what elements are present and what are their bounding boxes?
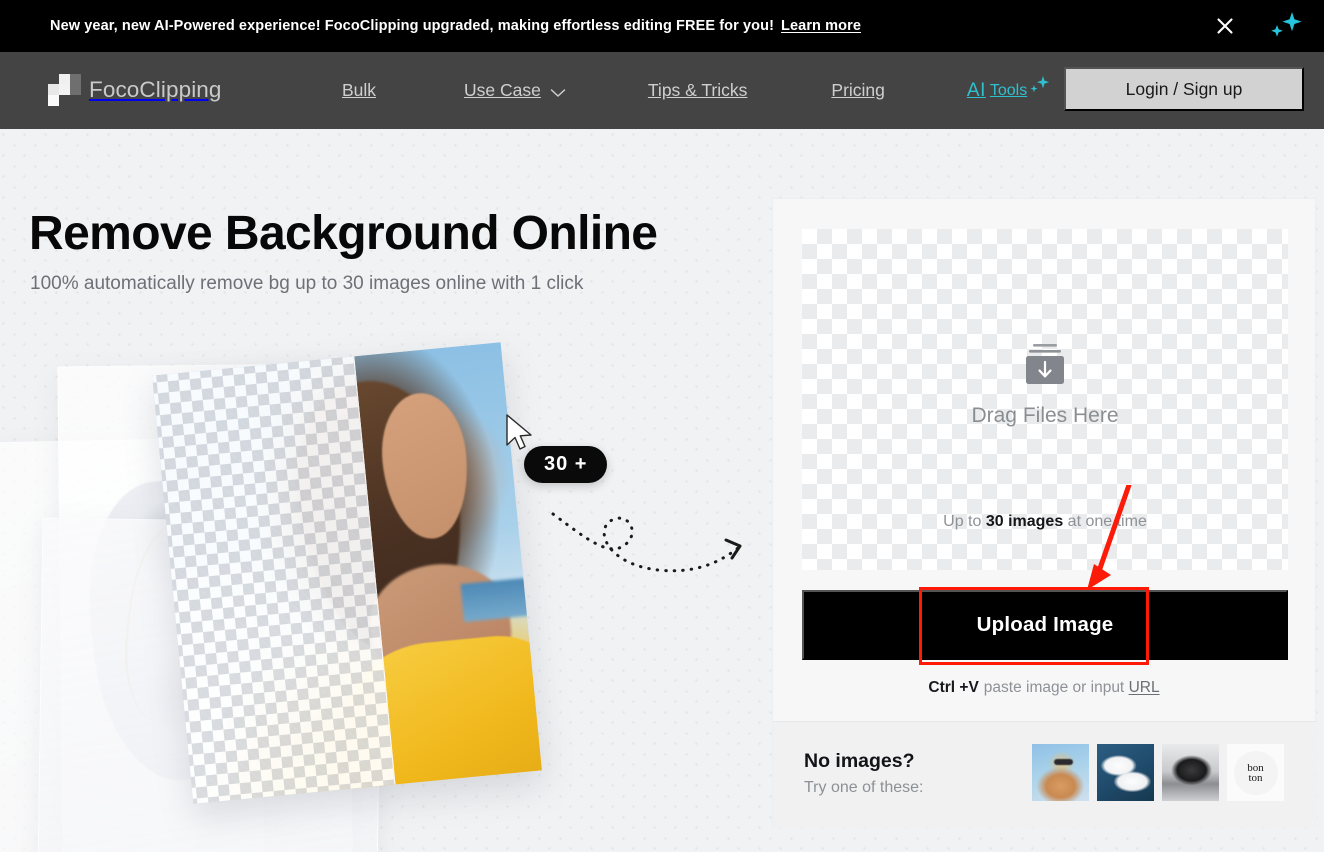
upload-panel: Drag Files Here Up to 30 images at one t… bbox=[772, 198, 1317, 828]
nav-item-label: Pricing bbox=[831, 80, 885, 100]
dropzone-note-suffix: at one time bbox=[1063, 513, 1147, 530]
login-signup-button[interactable]: Login / Sign up bbox=[1064, 67, 1304, 111]
nav-item-label: Use Case bbox=[464, 80, 541, 100]
nav-item-tips-and-tricks[interactable]: Tips & Tricks bbox=[648, 80, 748, 101]
nav-item-ai-tools[interactable]: AI Tools bbox=[966, 75, 1050, 102]
nav-item-pricing[interactable]: Pricing bbox=[831, 80, 885, 101]
nav-item-label: Tips & Tricks bbox=[647, 80, 748, 100]
chevron-down-icon bbox=[550, 82, 566, 103]
paste-shortcut: Ctrl +V bbox=[928, 679, 979, 696]
paste-url-link[interactable]: URL bbox=[1129, 679, 1160, 696]
nav-item-bulk[interactable]: Bulk bbox=[342, 80, 376, 101]
hero-photo bbox=[152, 342, 542, 804]
nav-item-label: Bulk bbox=[342, 80, 377, 100]
page-root: New year, new AI-Powered experience! Foc… bbox=[0, 0, 1324, 852]
white-sneakers-thumbnail[interactable] bbox=[1097, 744, 1154, 801]
announcement-banner: New year, new AI-Powered experience! Foc… bbox=[0, 0, 1324, 52]
thirty-plus-badge: 30 + bbox=[524, 446, 608, 483]
transparency-checker-overlay bbox=[152, 352, 396, 804]
ai-tools-suffix: Tools bbox=[989, 81, 1028, 99]
sample-images-section: No images? Try one of these: bon ton bbox=[773, 722, 1317, 828]
samples-title: No images? bbox=[804, 750, 915, 772]
dropzone-note: Up to 30 images at one time bbox=[802, 513, 1288, 531]
close-icon[interactable] bbox=[1212, 13, 1238, 39]
bon-ton-line-1: bon bbox=[1247, 761, 1264, 774]
announcement-learn-more-link[interactable]: Learn more bbox=[781, 18, 861, 34]
brand-name: FocoClipping bbox=[89, 77, 222, 102]
download-inbox-icon bbox=[1020, 342, 1070, 388]
sample-thumbnail-list: bon ton bbox=[1032, 744, 1284, 801]
sparkle-icon bbox=[1262, 8, 1306, 44]
black-camera-thumbnail[interactable] bbox=[1162, 744, 1219, 801]
announcement-message: New year, new AI-Powered experience! Foc… bbox=[50, 18, 775, 34]
bon-ton-logo-thumbnail[interactable]: bon ton bbox=[1227, 744, 1284, 801]
curved-dotted-arrow-icon bbox=[548, 500, 768, 580]
hero-artwork bbox=[0, 330, 780, 852]
dropzone-title: Drag Files Here bbox=[971, 404, 1119, 427]
dropzone[interactable]: Drag Files Here Up to 30 images at one t… bbox=[802, 229, 1288, 570]
bon-ton-line-2: ton bbox=[1248, 771, 1263, 784]
fococlipping-logo-icon bbox=[48, 74, 81, 106]
upload-image-button[interactable]: Upload Image bbox=[802, 590, 1288, 660]
paste-hint-text: paste image or input bbox=[983, 679, 1129, 696]
nav-item-use-case[interactable]: Use Case bbox=[464, 79, 566, 103]
sparkle-icon bbox=[1027, 74, 1053, 103]
dropzone-note-count: 30 images bbox=[985, 513, 1064, 530]
mouse-pointer-icon bbox=[503, 412, 537, 454]
paste-hint: Ctrl +V paste image or input URL bbox=[773, 679, 1315, 697]
ai-tools-prefix: AI bbox=[966, 79, 986, 101]
dropzone-note-prefix: Up to bbox=[943, 513, 986, 530]
page-subtitle: 100% automatically remove bg up to 30 im… bbox=[30, 273, 584, 294]
page-title: Remove Background Online bbox=[29, 207, 658, 260]
bon-ton-logo-mark: bon ton bbox=[1233, 750, 1278, 795]
announcement-text: New year, new AI-Powered experience! Foc… bbox=[50, 0, 861, 52]
brand-logo-link[interactable]: FocoClipping bbox=[48, 74, 222, 106]
samples-subtitle: Try one of these: bbox=[804, 779, 924, 796]
woman-with-sunglasses-thumbnail[interactable] bbox=[1032, 744, 1089, 801]
nav-links: Bulk Use Case Tips & Tricks Pricing AI T… bbox=[320, 52, 1050, 129]
photo-sea bbox=[460, 574, 542, 623]
